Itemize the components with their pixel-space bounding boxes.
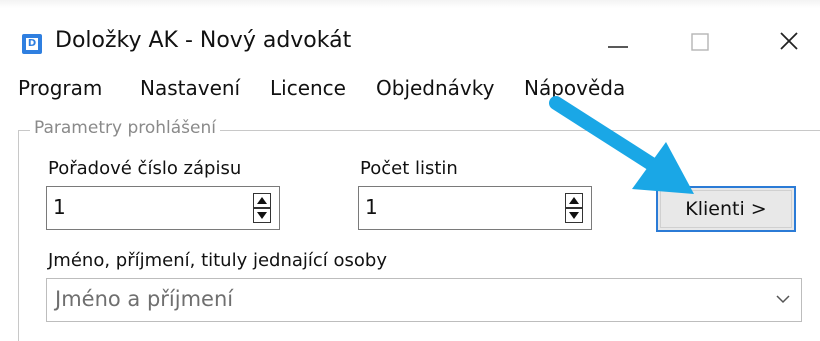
- window-title: Doložky AK - Nový advokát: [55, 28, 352, 53]
- person-label: Jméno, příjmení, tituly jednající osoby: [48, 250, 388, 271]
- maximize-icon: [691, 33, 709, 51]
- document-count-stepper[interactable]: 1: [358, 186, 592, 230]
- menu-item-program[interactable]: Program: [18, 76, 102, 100]
- menu-item-licence[interactable]: Licence: [270, 76, 346, 100]
- document-count-spin-buttons[interactable]: [565, 193, 583, 223]
- menu-item-nastaveni[interactable]: Nastavení: [140, 76, 240, 100]
- order-number-spin-buttons[interactable]: [253, 193, 271, 223]
- app-window: D Doložky AK - Nový advokát Program Nast…: [0, 0, 820, 341]
- chevron-down-icon[interactable]: [775, 293, 791, 305]
- params-group-title: Parametry prohlášení: [30, 118, 220, 138]
- maximize-button[interactable]: [672, 20, 728, 62]
- document-count-label: Počet listin: [360, 158, 458, 179]
- minimize-icon: [608, 46, 628, 48]
- minimize-button[interactable]: [590, 20, 646, 62]
- order-number-stepper[interactable]: 1: [46, 186, 280, 230]
- app-document-icon: D: [22, 34, 42, 54]
- person-name-placeholder: Jméno a příjmení: [55, 287, 234, 311]
- person-name-combobox[interactable]: Jméno a příjmení: [46, 278, 802, 322]
- order-number-value: 1: [53, 195, 66, 219]
- menu-item-napoveda[interactable]: Nápověda: [524, 76, 625, 100]
- window-top-border: [0, 0, 820, 8]
- order-number-label: Pořadové číslo zápisu: [48, 158, 242, 179]
- clients-button[interactable]: Klienti >: [656, 186, 796, 232]
- close-button[interactable]: [762, 20, 818, 62]
- menu-bar: Program Nastavení Licence Objednávky Náp…: [0, 74, 820, 108]
- clients-button-label: Klienti >: [685, 198, 767, 220]
- title-bar[interactable]: D Doložky AK - Nový advokát: [0, 10, 820, 72]
- menu-item-objednavky[interactable]: Objednávky: [376, 76, 494, 100]
- close-icon: [780, 32, 798, 50]
- spin-up-down-icon: [253, 193, 271, 223]
- spin-up-down-icon: [565, 193, 583, 223]
- document-count-value: 1: [365, 195, 378, 219]
